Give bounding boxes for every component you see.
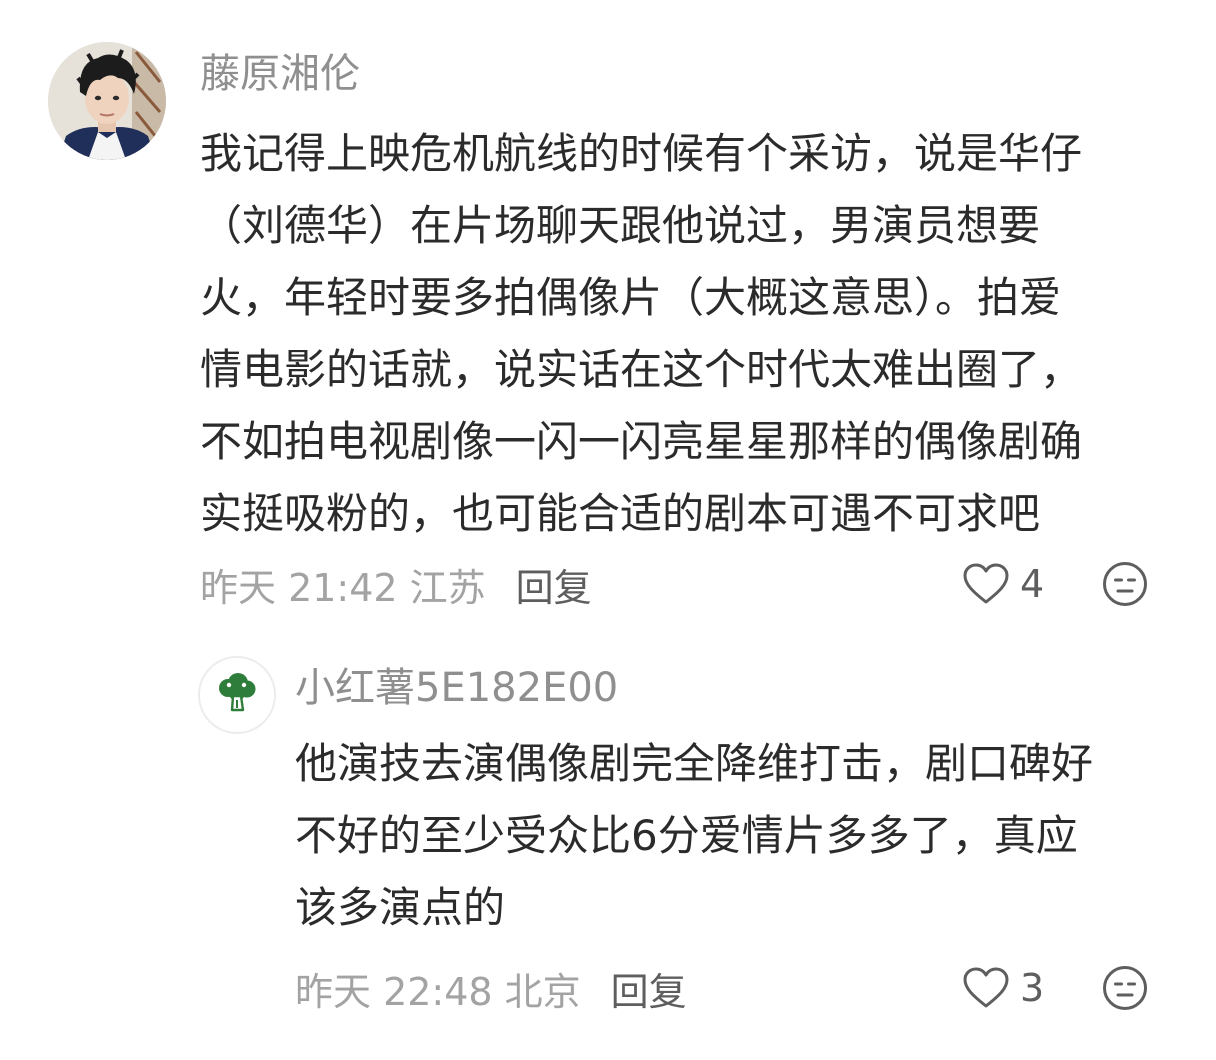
comment-body: 我记得上映危机航线的时候有个采访，说是华仔 （刘德华）在片场聊天跟他说过，男演员… [200,129,1083,538]
avatar[interactable] [48,42,166,160]
reply-button[interactable]: 回复 [611,961,687,1016]
comment-meta: 昨天 21:42 江苏 回复 [200,556,592,612]
like-button[interactable]: 4 [962,556,1044,612]
user-photo [48,42,166,160]
reply-time-location: 昨天 22:48 北京 [295,969,581,1014]
like-count: 3 [1020,966,1045,1010]
like-count: 4 [1020,562,1045,606]
reply-body: 他演技去演偶像剧完全降维打击，剧口碑好 不好的至少受众比6分爱情片多多了，真应 … [295,739,1094,932]
heart-outline-icon [963,563,1009,604]
like-button[interactable]: 3 [962,960,1044,1016]
avatar[interactable] [198,656,276,734]
broccoli-icon [219,673,256,712]
comment-author[interactable]: 藤原湘伦 [200,48,360,100]
comment-time-location: 昨天 21:42 江苏 [200,565,486,610]
neutral-face-icon[interactable] [1102,561,1148,607]
reply-author[interactable]: 小红薯5E182E00 [295,662,618,714]
heart-outline-icon [963,967,1009,1008]
reply-meta: 昨天 22:48 北京 回复 [295,960,687,1016]
reply-button[interactable]: 回复 [516,557,592,612]
neutral-face-icon[interactable] [1102,965,1148,1011]
